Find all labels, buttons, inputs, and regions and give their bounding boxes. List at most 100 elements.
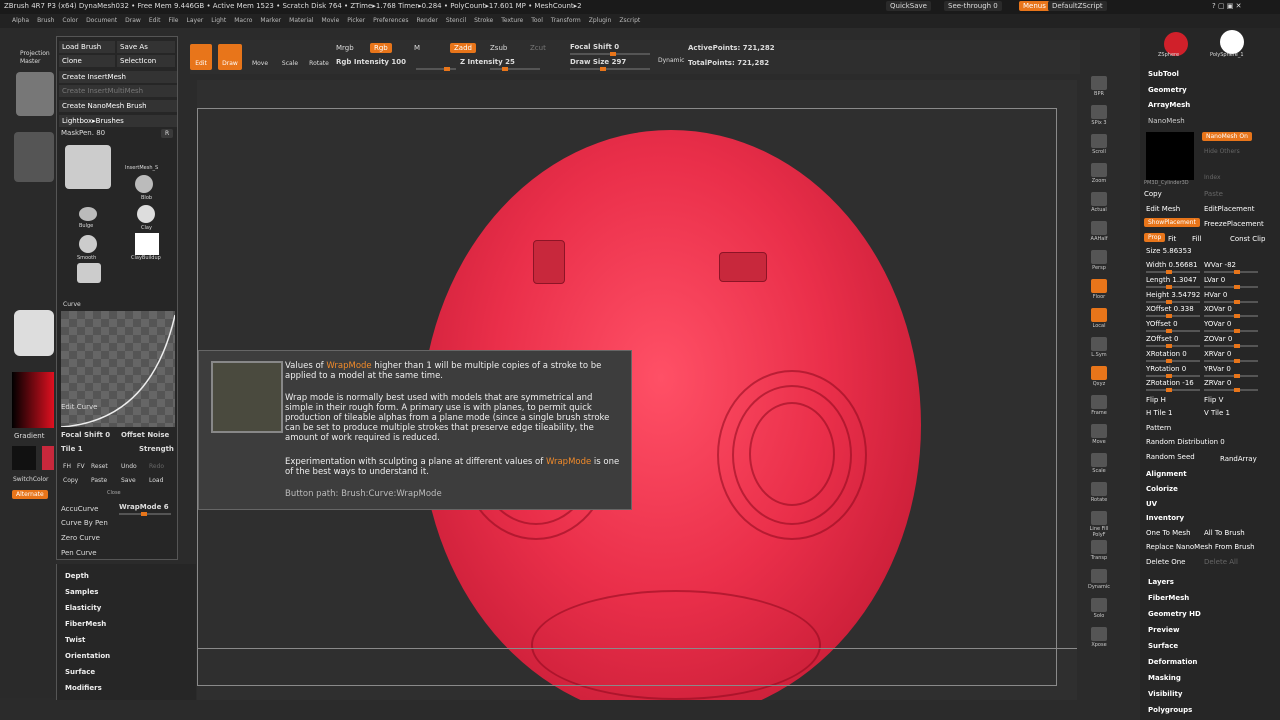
pen-curve-button[interactable]: Pen Curve (61, 549, 97, 557)
menu-document[interactable]: Document (86, 17, 117, 24)
shelf-zoom-button[interactable]: Zoom (1087, 163, 1111, 189)
yoffset-slider[interactable]: YOffset 0 (1146, 320, 1178, 328)
menu-stencil[interactable]: Stencil (446, 17, 466, 24)
create-insertmesh-button[interactable]: Create InsertMesh (59, 71, 177, 83)
modifiers-section[interactable]: Modifiers (65, 684, 102, 692)
flip-h-toggle[interactable]: Flip H (1146, 396, 1166, 404)
r-button[interactable]: R (161, 129, 174, 138)
wvar-slider[interactable]: WVar -82 (1204, 261, 1236, 269)
width-bar[interactable] (1146, 270, 1200, 274)
brush-thumb-clay[interactable] (137, 205, 155, 223)
orientation-section[interactable]: Orientation (65, 652, 110, 660)
edit-button[interactable]: Edit (190, 44, 212, 70)
shelf-frame-button[interactable]: Frame (1087, 395, 1111, 421)
m-button[interactable]: M (414, 44, 420, 52)
zero-curve-button[interactable]: Zero Curve (61, 534, 100, 542)
width-slider[interactable]: Width 0.56681 (1146, 261, 1198, 269)
alternate-button[interactable]: Alternate (12, 490, 48, 499)
arraymesh-section[interactable]: ArrayMesh (1148, 101, 1190, 109)
load-brush-button[interactable]: Load Brush (59, 41, 115, 53)
projection-master-button[interactable]: Projection (20, 50, 50, 57)
tile-slider[interactable]: Tile 1 (61, 445, 83, 453)
zoffset-bar[interactable] (1146, 344, 1200, 348)
see-through-slider[interactable]: See-through 0 (944, 1, 1002, 11)
strength-slider[interactable]: Strength (139, 445, 174, 453)
material-thumbnail[interactable] (14, 310, 54, 356)
uv-section[interactable]: UV (1146, 500, 1157, 508)
height-bar[interactable] (1146, 299, 1200, 304)
menus-button[interactable]: Menus (1019, 1, 1050, 11)
menu-draw[interactable]: Draw (125, 17, 141, 24)
yrvar-bar[interactable] (1204, 373, 1258, 378)
select-icon-button[interactable]: SelectIcon (117, 55, 175, 67)
shelf-qxyz-button[interactable]: Qxyz (1087, 366, 1111, 392)
menu-file[interactable]: File (168, 17, 178, 24)
switch-color-button[interactable]: SwitchColor (13, 476, 49, 483)
polysphere-label[interactable]: PolySphere_1 (1210, 52, 1244, 58)
shelf-bpr-button[interactable]: BPR (1087, 76, 1111, 102)
pattern-button[interactable]: Pattern (1146, 424, 1171, 432)
z-intensity-slider[interactable]: Z Intensity 25 (460, 58, 515, 66)
redo-button[interactable]: Redo (149, 463, 164, 470)
rotate-button[interactable]: Rotate (306, 44, 332, 70)
section-deformation[interactable]: Deformation (1148, 658, 1197, 666)
shelf-dynamic-button[interactable]: Dynamic (1087, 569, 1111, 595)
shelf-floor-button[interactable]: Floor (1087, 279, 1111, 305)
shelf-persp-button[interactable]: Persp (1087, 250, 1111, 276)
shelf-aahalf-button[interactable]: AAHalf (1087, 221, 1111, 247)
xrotation-bar[interactable] (1146, 358, 1200, 363)
z-intensity-bar[interactable] (490, 67, 540, 71)
menu-color[interactable]: Color (62, 17, 78, 24)
freeze-placement-button[interactable]: FreezePlacement (1204, 220, 1264, 228)
edit-placement-button[interactable]: EditPlacement (1204, 205, 1254, 213)
section-surface[interactable]: Surface (1148, 642, 1178, 650)
height-slider[interactable]: Height 3.54792 (1146, 291, 1200, 299)
brush-label-insertmesh[interactable]: InsertMesh_S (125, 165, 158, 171)
brush-thumb-maskpen[interactable] (65, 145, 111, 189)
section-polygroups[interactable]: Polygroups (1148, 706, 1192, 714)
offset-noise-slider[interactable]: Offset Noise (121, 431, 169, 439)
random-distribution-slider[interactable]: Random Distribution 0 (1146, 438, 1225, 446)
hide-others-button[interactable]: Hide Others (1204, 148, 1240, 155)
stroke-thumbnail[interactable] (14, 132, 54, 182)
const-clip-toggle[interactable]: Const Clip (1230, 235, 1265, 243)
yovar-bar[interactable] (1204, 329, 1258, 334)
fit-toggle[interactable]: Fit (1168, 235, 1176, 243)
focal-shift-bar[interactable] (570, 52, 650, 56)
menu-transform[interactable]: Transform (551, 17, 581, 24)
wrapmode-bar[interactable] (119, 512, 171, 516)
rgb-intensity-slider[interactable]: Rgb Intensity 100 (336, 58, 406, 66)
nanomesh-insert-thumbnail[interactable] (1146, 132, 1194, 180)
h-tile-slider[interactable]: H Tile 1 (1146, 409, 1172, 417)
shelf-move-button[interactable]: Move (1087, 424, 1111, 450)
yrotation-slider[interactable]: YRotation 0 (1146, 365, 1186, 373)
length-bar[interactable] (1146, 284, 1200, 289)
section-layers[interactable]: Layers (1148, 578, 1174, 586)
menu-material[interactable]: Material (289, 17, 313, 24)
inventory-section[interactable]: Inventory (1146, 514, 1184, 522)
default-zscript-button[interactable]: DefaultZScript (1048, 1, 1107, 11)
delete-one-button[interactable]: Delete One (1146, 558, 1185, 566)
lightbox-brushes-button[interactable]: Lightbox▸Brushes (59, 115, 177, 127)
twist-section[interactable]: Twist (65, 636, 85, 644)
wrapmode-slider[interactable]: WrapMode 6 (119, 503, 169, 511)
fh-button[interactable]: FH (63, 463, 71, 470)
undo-button[interactable]: Undo (121, 463, 137, 470)
brush-thumb-bulge[interactable] (79, 207, 97, 221)
flip-v-toggle[interactable]: Flip V (1204, 396, 1223, 404)
gradient-label[interactable]: Gradient (14, 432, 44, 440)
curve-save-button[interactable]: Save (121, 477, 136, 484)
yoffset-bar[interactable] (1146, 329, 1200, 334)
nm-paste-button[interactable]: Paste (1204, 190, 1223, 198)
depth-section[interactable]: Depth (65, 572, 89, 580)
all-to-brush-button[interactable]: All To Brush (1204, 529, 1245, 537)
brush-thumbnail[interactable] (16, 72, 54, 116)
random-seed-slider[interactable]: Random Seed (1146, 453, 1195, 461)
replace-nanomesh-button[interactable]: Replace NanoMesh From Brush (1146, 543, 1255, 551)
save-as-button[interactable]: Save As (117, 41, 175, 53)
shelf-transp-button[interactable]: Transp (1087, 540, 1111, 566)
brush-thumb-claybuildup[interactable] (135, 233, 159, 255)
zcut-button[interactable]: Zcut (530, 44, 546, 52)
size-slider[interactable]: Size 5.86353 (1146, 247, 1192, 255)
color-picker[interactable] (12, 372, 54, 428)
